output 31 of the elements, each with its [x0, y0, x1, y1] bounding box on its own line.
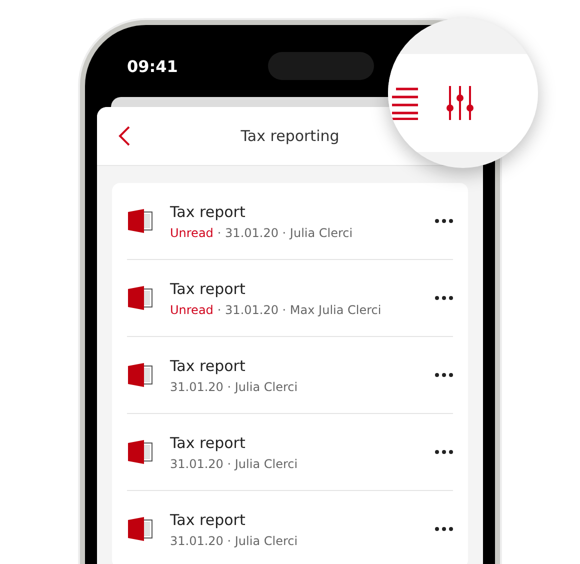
item-title: Tax report — [170, 202, 246, 220]
more-button[interactable] — [435, 373, 453, 377]
more-button[interactable] — [435, 296, 453, 300]
unread-label: Unread — [170, 302, 214, 316]
more-button[interactable] — [435, 450, 453, 454]
document-icon — [127, 208, 153, 234]
screen-title: Tax reporting — [240, 127, 340, 145]
item-meta: 31.01.20 · Julia Clerci — [170, 534, 298, 548]
item-title: Tax report — [170, 510, 246, 528]
item-title: Tax report — [170, 356, 246, 374]
report-item[interactable]: Tax report 31.01.20 · Julia Clerci — [127, 337, 453, 414]
item-title: Tax report — [170, 434, 246, 452]
report-item[interactable]: Tax report Unread · 31.01.20 · Max Julia Clerci — [127, 260, 453, 337]
report-item[interactable]: Tax report 31.01.20 · Julia Clerci — [127, 414, 453, 491]
item-title: Tax report — [170, 280, 246, 298]
document-icon — [127, 516, 153, 542]
document-icon — [127, 362, 153, 388]
status-time: 09:41 — [127, 56, 178, 76]
filter-button[interactable] — [446, 86, 474, 120]
item-meta: 31.01.20 · Julia Clerci — [170, 456, 298, 470]
item-meta: 31.01.20 · Julia Clerci — [170, 380, 298, 394]
more-button[interactable] — [435, 527, 453, 531]
unread-label: Unread — [170, 226, 214, 240]
item-meta: · 31.01.20 · Max Julia Clerci — [217, 302, 382, 316]
back-button[interactable] — [117, 125, 131, 147]
item-meta: · 31.01.20 · Julia Clerci — [217, 226, 353, 240]
document-icon — [127, 439, 153, 465]
document-icon — [127, 285, 153, 311]
report-item[interactable]: Tax report Unread · 31.01.20 · Julia Clerci — [127, 183, 453, 260]
more-button[interactable] — [435, 219, 453, 223]
report-item[interactable]: Tax report 31.01.20 · Julia Clerci — [127, 491, 453, 564]
